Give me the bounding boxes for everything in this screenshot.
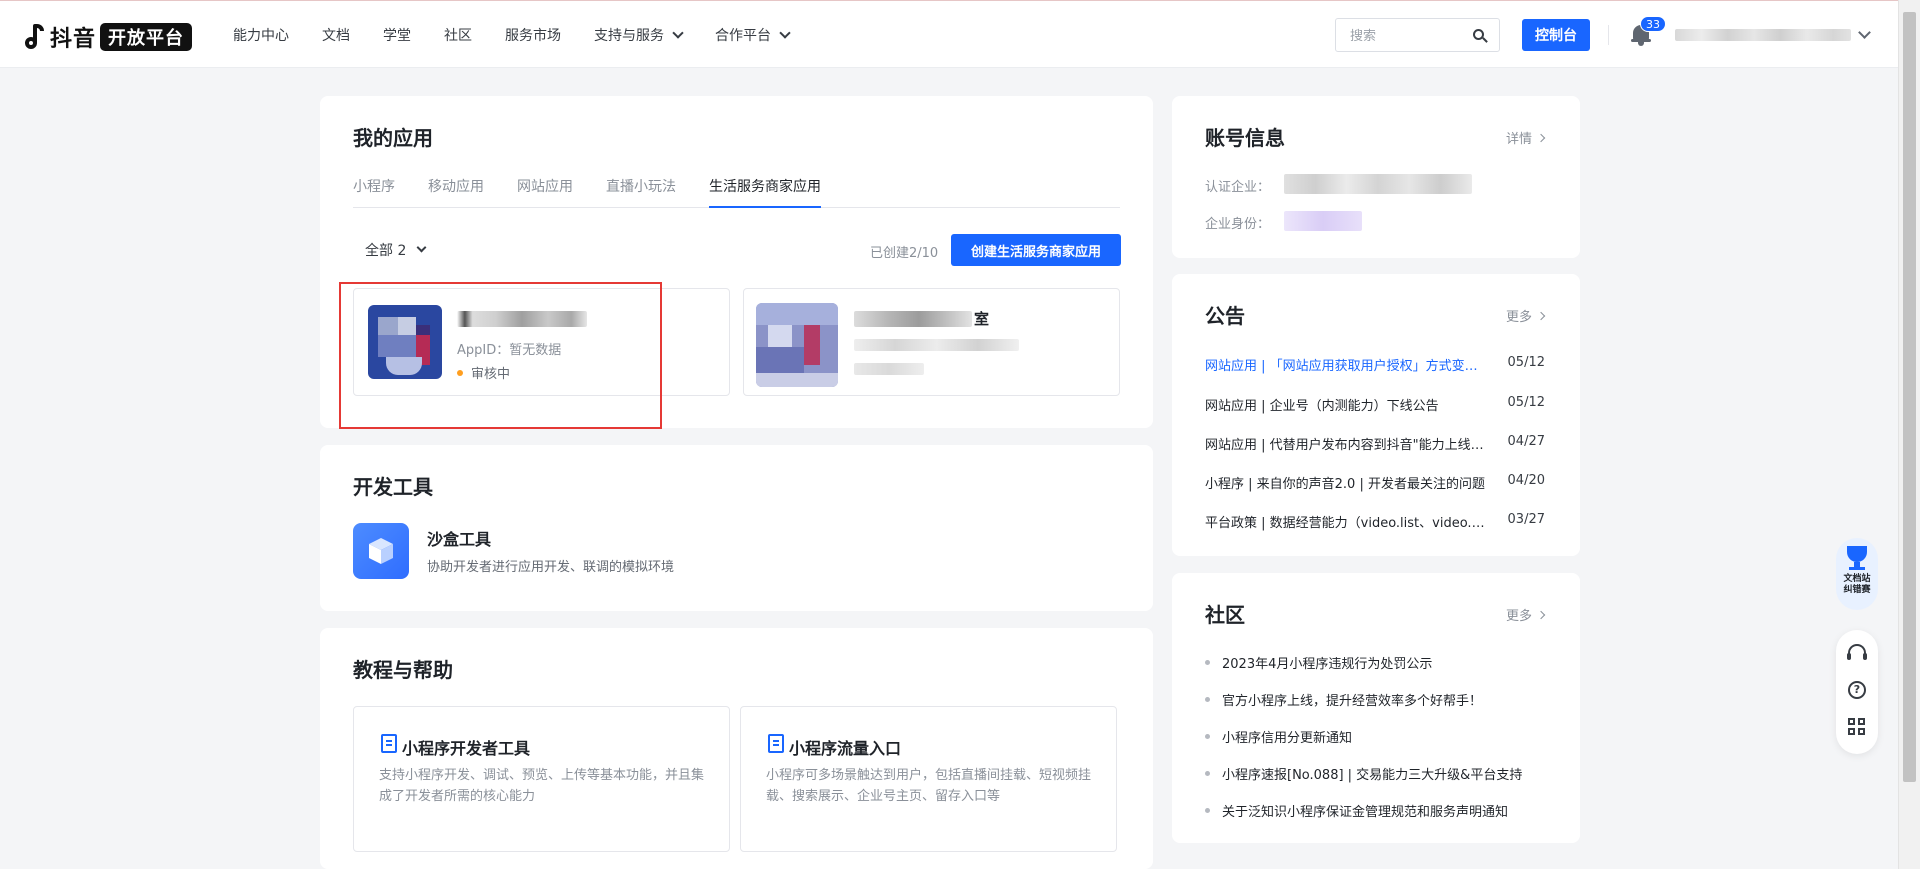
app-name-blurred [854,311,972,327]
app-status-blurred [854,363,924,375]
sandbox-tool-desc: 协助开发者进行应用开发、联调的模拟环境 [427,560,675,575]
tab-local-service-merchant-app[interactable]: 生活服务商家应用 [709,176,821,208]
chevron-down-icon [672,26,684,39]
top-nav-bar: 抖音 开放平台 能力中心 文档 学堂 社区 服务市场 支持与服务 合作平台 控制… [0,0,1898,68]
tab-website-app[interactable]: 网站应用 [517,176,573,208]
nav-item-academy[interactable]: 学堂 [383,25,411,45]
bullet-dot [1205,697,1210,702]
nav-item-service-market[interactable]: 服务市场 [505,25,561,45]
chevron-right-icon [1536,610,1546,619]
community-post[interactable]: 官方小程序上线，提升经营效率多个好帮手！ [1205,690,1550,709]
tab-live-game[interactable]: 直播小玩法 [606,176,676,208]
bullet-dot [1205,771,1210,776]
tutorial-desc: 支持小程序开发、调试、预览、上传等基本功能，并且集成了开发者所需的核心能力 [379,768,705,804]
trophy-icon [1847,546,1867,562]
chevron-right-icon [1536,311,1546,320]
community-post[interactable]: 关于泛知识小程序保证金管理规范和服务声明通知 [1205,801,1550,820]
tutorial-desc: 小程序可多场景触达到用户，包括直播间挂载、短视频挂载、搜索展示、企业号主页、留存… [766,768,1092,804]
app-id-blurred [854,339,1019,351]
douyin-open-platform-logo[interactable]: 抖音 开放平台 [24,21,193,53]
notice-item[interactable]: 网站应用 | 代替用户发布内容到抖音"能力上线公告 04/27 [1205,434,1545,453]
app-type-tabs: 小程序 移动应用 网站应用 直播小玩法 生活服务商家应用 [353,176,1120,208]
app-name-suffix: 室 [974,310,990,328]
dev-tools-card: 开发工具 沙盒工具 协助开发者进行应用开发、联调的模拟环境 [320,445,1153,611]
document-icon [768,734,784,753]
created-count: 已创建2/10 [870,246,939,261]
search-icon[interactable] [1473,29,1488,43]
help-icon[interactable]: ? [1848,681,1866,699]
app-icon-blurred [756,303,838,387]
nav-item-docs[interactable]: 文档 [322,25,350,45]
trophy-base [1849,567,1865,570]
tutorials-title: 教程与帮助 [353,658,453,682]
sandbox-tool-name[interactable]: 沙盒工具 [427,526,491,550]
community-post[interactable]: 小程序信用分更新通知 [1205,727,1550,746]
trophy-label: 文档站 纠错赛 [1843,574,1871,595]
my-apps-title: 我的应用 [353,126,433,150]
document-icon [381,734,397,753]
app-filter-dropdown[interactable]: 全部 2 [365,240,427,260]
nav-item-community[interactable]: 社区 [444,25,472,45]
community-more-link[interactable]: 更多 [1506,605,1546,624]
chevron-down-icon [416,242,427,253]
notices-card: 公告 更多 网站应用 | 「网站应用获取用户授权」方式变更公告 05/12 网站… [1172,274,1580,556]
identity-value-blurred [1284,211,1362,231]
nav-item-capability-center[interactable]: 能力中心 [233,25,289,45]
douyin-note-icon [24,23,44,51]
tutorial-card-devtools[interactable]: 小程序开发者工具 支持小程序开发、调试、预览、上传等基本功能，并且集成了开发者所… [353,706,730,852]
nav-item-partner-platform[interactable]: 合作平台 [715,25,791,45]
dev-tools-title: 开发工具 [353,475,433,499]
company-label: 认证企业： [1205,180,1271,195]
chevron-down-icon [779,26,791,39]
notice-item[interactable]: 网站应用 | 「网站应用获取用户授权」方式变更公告 05/12 [1205,355,1545,374]
customer-service-icon[interactable] [1847,644,1867,660]
account-name-blurred[interactable] [1675,29,1851,41]
sandbox-cube-icon[interactable] [353,523,409,579]
chevron-right-icon [1536,133,1546,142]
tutorial-title: 小程序开发者工具 [402,739,531,758]
community-post[interactable]: 小程序速报[No.088] | 交易能力三大升级&平台支持 [1205,764,1550,783]
main-nav: 能力中心 文档 学堂 社区 服务市场 支持与服务 合作平台 [233,25,822,45]
tutorial-card-traffic-entry[interactable]: 小程序流量入口 小程序可多场景触达到用户，包括直播间挂载、短视频挂载、搜索展示、… [740,706,1117,852]
tab-mini-program[interactable]: 小程序 [353,176,395,208]
create-merchant-app-button[interactable]: 创建生活服务商家应用 [951,234,1121,266]
notice-item[interactable]: 网站应用 | 企业号（内测能力）下线公告 05/12 [1205,395,1545,414]
scrollbar-thumb[interactable] [1903,12,1916,782]
notice-item[interactable]: 小程序 | 来自你的声音2.0 | 开发者最关注的问题 04/20 [1205,473,1545,492]
identity-label: 企业身份： [1205,217,1271,232]
search-input[interactable] [1348,26,1458,44]
app-card[interactable]: 室 [743,288,1120,396]
doc-errata-contest-widget[interactable]: 文档站 纠错赛 [1836,538,1878,610]
bullet-dot [1205,660,1210,665]
logo-badge: 开放平台 [100,23,193,51]
notification-count-badge: 33 [1640,16,1666,32]
logo-text: 抖音 [50,27,97,52]
highlight-annotation-box [339,282,662,429]
console-button[interactable]: 控制台 [1522,19,1590,51]
tutorials-card: 教程与帮助 小程序开发者工具 支持小程序开发、调试、预览、上传等基本功能，并且集… [320,628,1153,869]
page-scrollbar[interactable] [1898,0,1920,869]
account-details-link[interactable]: 详情 [1506,128,1546,147]
notices-title: 公告 [1205,304,1245,328]
bullet-dot [1205,734,1210,739]
chevron-down-icon[interactable] [1858,26,1871,39]
notices-more-link[interactable]: 更多 [1506,306,1546,325]
community-card: 社区 更多 2023年4月小程序违规行为处罚公示 官方小程序上线，提升经营效率多… [1172,573,1580,843]
floating-toolbar: ? [1836,630,1878,754]
header-divider [1608,25,1609,45]
notice-item[interactable]: 平台政策 | 数据经营能力（video.list、video.data） 03/… [1205,512,1545,531]
search-box [1335,18,1500,52]
tab-mobile-app[interactable]: 移动应用 [428,176,484,208]
nav-item-support[interactable]: 支持与服务 [594,25,684,45]
community-title: 社区 [1205,603,1245,627]
account-info-card: 账号信息 详情 认证企业： 企业身份： [1172,96,1580,258]
account-info-title: 账号信息 [1205,126,1285,150]
company-name-blurred [1284,174,1472,194]
community-post[interactable]: 2023年4月小程序违规行为处罚公示 [1205,653,1550,672]
bullet-dot [1205,808,1210,813]
tutorial-title: 小程序流量入口 [789,739,902,758]
qr-code-icon[interactable] [1848,718,1866,736]
